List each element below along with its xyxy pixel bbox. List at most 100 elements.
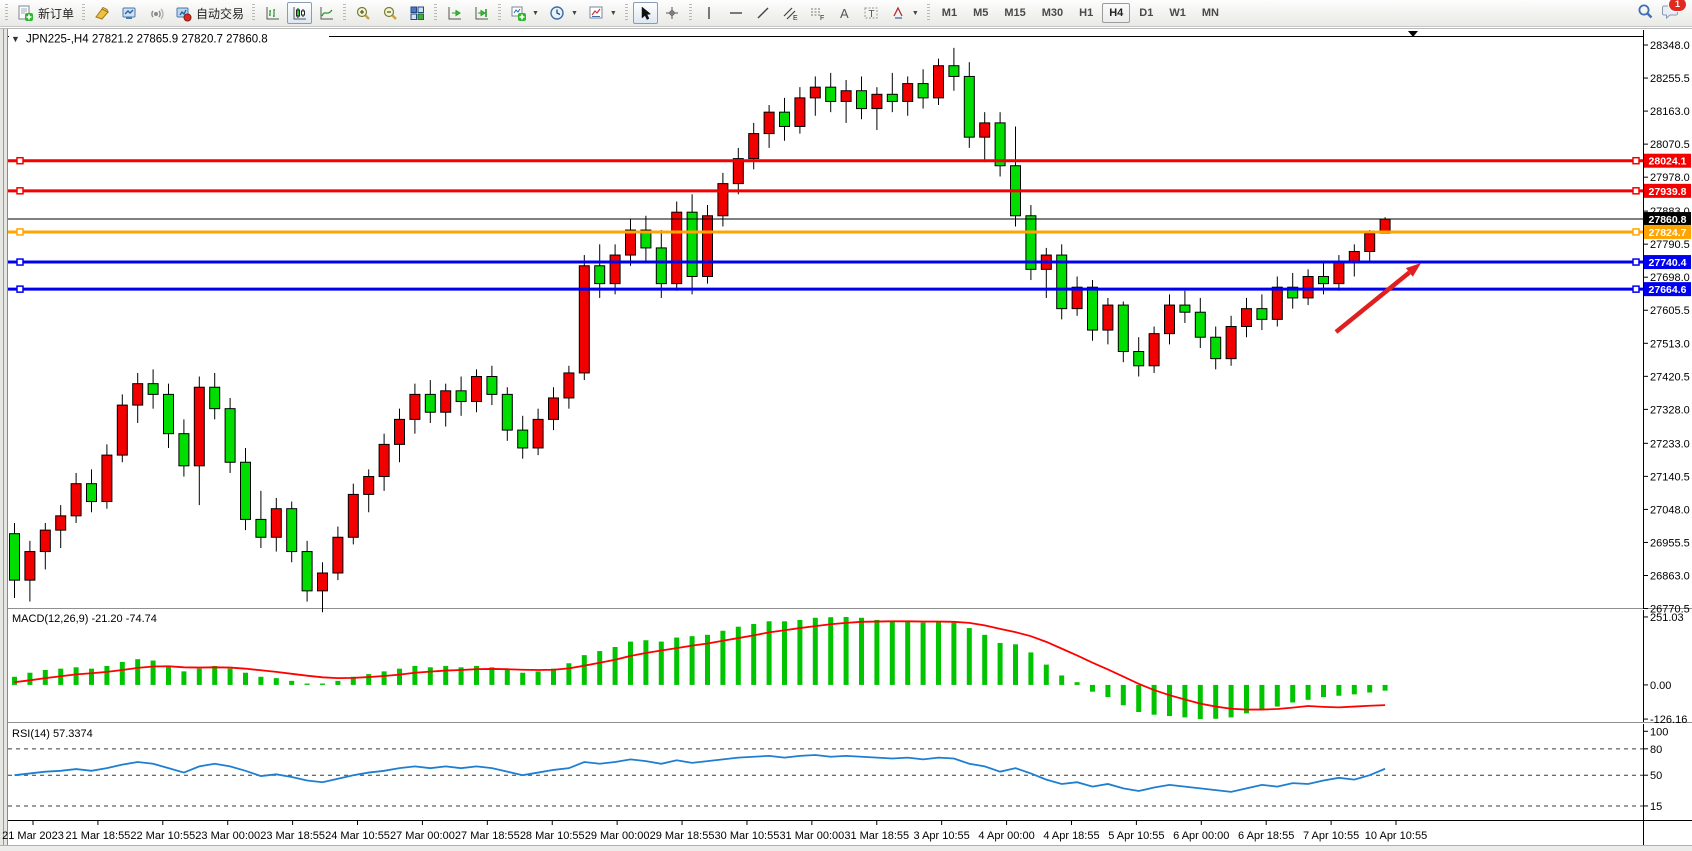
- dropdown-arrow-icon[interactable]: ▼: [610, 10, 617, 17]
- templates-button[interactable]: ▼: [584, 2, 621, 24]
- toolbar-grip: [343, 4, 346, 22]
- timeframe-m15-button[interactable]: M15: [997, 3, 1032, 23]
- timeframe-m5-button[interactable]: M5: [966, 3, 995, 23]
- chart-shift-button[interactable]: [469, 2, 494, 24]
- autotrade-button-label: 自动交易: [196, 5, 244, 22]
- svg-text:27664.6: 27664.6: [1649, 284, 1687, 296]
- trendline-icon: [755, 5, 772, 22]
- toolbar-grip: [82, 4, 85, 22]
- timeframe-d1-button[interactable]: D1: [1132, 3, 1160, 23]
- hline-handle[interactable]: [17, 229, 23, 235]
- autoscroll-icon: [446, 5, 463, 22]
- trendline-button[interactable]: [751, 2, 776, 24]
- notification-badge: 1: [1668, 0, 1687, 12]
- label-icon: T: [863, 5, 880, 22]
- timeframe-h1-button[interactable]: H1: [1072, 3, 1100, 23]
- macd-label: MACD(12,26,9) -21.20 -74.74: [12, 613, 157, 625]
- shapes-button[interactable]: ▼: [886, 2, 923, 24]
- line-chart-button[interactable]: [314, 2, 339, 24]
- time-label: 29 Mar 18:55: [650, 830, 715, 842]
- vline-button[interactable]: [697, 2, 722, 24]
- time-label: 30 Mar 10:55: [715, 830, 780, 842]
- new-order-icon: [17, 5, 34, 22]
- chart-area[interactable]: 28348.028255.528163.028070.527978.027883…: [0, 28, 1692, 851]
- toolbar-grip: [927, 4, 930, 22]
- fibonacci-button[interactable]: F: [805, 2, 830, 24]
- channel-button[interactable]: E: [778, 2, 803, 24]
- time-label: 31 Mar 00:00: [779, 830, 844, 842]
- search-button[interactable]: [1636, 2, 1654, 25]
- market-button[interactable]: [117, 2, 142, 24]
- dropdown-arrow-icon[interactable]: ▼: [532, 10, 539, 17]
- hline-handle[interactable]: [17, 188, 23, 194]
- timeframe-w1-button[interactable]: W1: [1162, 3, 1193, 23]
- time-label: 22 Mar 10:55: [130, 830, 195, 842]
- bar-chart-icon: [264, 5, 281, 22]
- template-icon: [588, 5, 605, 22]
- hline-handle[interactable]: [17, 286, 23, 292]
- signals-button[interactable]: [144, 2, 169, 24]
- autoscroll-button[interactable]: [442, 2, 467, 24]
- new-order-button[interactable]: 新订单: [13, 2, 78, 24]
- crosshair-icon: [664, 5, 681, 22]
- hline-handle[interactable]: [1633, 286, 1639, 292]
- time-label: 24 Mar 10:55: [325, 830, 390, 842]
- timeframe-m1-button[interactable]: M1: [935, 3, 964, 23]
- time-label: 21 Mar 18:55: [65, 830, 130, 842]
- tile-windows-button[interactable]: [405, 2, 430, 24]
- dropdown-arrow-icon[interactable]: ▼: [571, 10, 578, 17]
- hline-handle[interactable]: [1633, 188, 1639, 194]
- zoom-in-button[interactable]: [351, 2, 376, 24]
- text-label-button[interactable]: T: [859, 2, 884, 24]
- bar-chart-button[interactable]: [260, 2, 285, 24]
- periods-button[interactable]: ▼: [545, 2, 582, 24]
- toolbar-grip: [434, 4, 437, 22]
- status-bar: [0, 846, 1692, 851]
- timeframe-h4-button[interactable]: H4: [1102, 3, 1130, 23]
- time-label: 6 Apr 18:55: [1238, 830, 1294, 842]
- chart-background: [0, 28, 1692, 851]
- hline-handle[interactable]: [17, 158, 23, 164]
- crosshair-button[interactable]: [660, 2, 685, 24]
- hline-button[interactable]: [724, 2, 749, 24]
- svg-text:26955.5: 26955.5: [1650, 537, 1690, 549]
- new-chart-button[interactable]: ▼: [506, 2, 543, 24]
- svg-text:15: 15: [1650, 801, 1662, 813]
- channel-icon: E: [782, 5, 799, 22]
- svg-text:27328.0: 27328.0: [1650, 404, 1690, 416]
- zoom-in-icon: [355, 5, 372, 22]
- editor-button[interactable]: [90, 2, 115, 24]
- svg-text:50: 50: [1650, 770, 1662, 782]
- svg-text:27860.8: 27860.8: [1649, 214, 1687, 226]
- new-chart-icon: [510, 5, 527, 22]
- cursor-icon: [637, 5, 654, 22]
- hline-handle[interactable]: [1633, 229, 1639, 235]
- vline-icon: [701, 5, 718, 22]
- time-label: 5 Apr 10:55: [1108, 830, 1164, 842]
- autotrade-button[interactable]: 自动交易: [171, 2, 248, 24]
- dropdown-arrow-icon[interactable]: ▼: [912, 10, 919, 17]
- svg-text:27740.4: 27740.4: [1649, 257, 1687, 269]
- time-label: 3 Apr 10:55: [914, 830, 970, 842]
- hline-handle[interactable]: [1633, 158, 1639, 164]
- cursor-button[interactable]: [633, 2, 658, 24]
- svg-text:27978.0: 27978.0: [1650, 172, 1690, 184]
- svg-text:28348.0: 28348.0: [1650, 40, 1690, 52]
- text-button[interactable]: A: [832, 2, 857, 24]
- toolbar-grip: [689, 4, 692, 22]
- toolbar-grip: [5, 4, 8, 22]
- svg-text:F: F: [820, 15, 824, 22]
- time-label: 6 Apr 00:00: [1173, 830, 1229, 842]
- hline-handle[interactable]: [1633, 259, 1639, 265]
- toolbar-right-section: 1: [1636, 2, 1690, 25]
- notifications-button[interactable]: 1: [1662, 2, 1680, 25]
- time-label: 23 Mar 18:55: [260, 830, 325, 842]
- timeframe-mn-button[interactable]: MN: [1195, 3, 1226, 23]
- zoom-out-button[interactable]: [378, 2, 403, 24]
- candle-chart-button[interactable]: [287, 2, 312, 24]
- svg-text:E: E: [793, 15, 798, 22]
- timeframe-m30-button[interactable]: M30: [1035, 3, 1070, 23]
- ohlc-collapse-icon[interactable]: ▼: [11, 34, 20, 44]
- svg-text:28163.0: 28163.0: [1650, 106, 1690, 118]
- hline-handle[interactable]: [17, 259, 23, 265]
